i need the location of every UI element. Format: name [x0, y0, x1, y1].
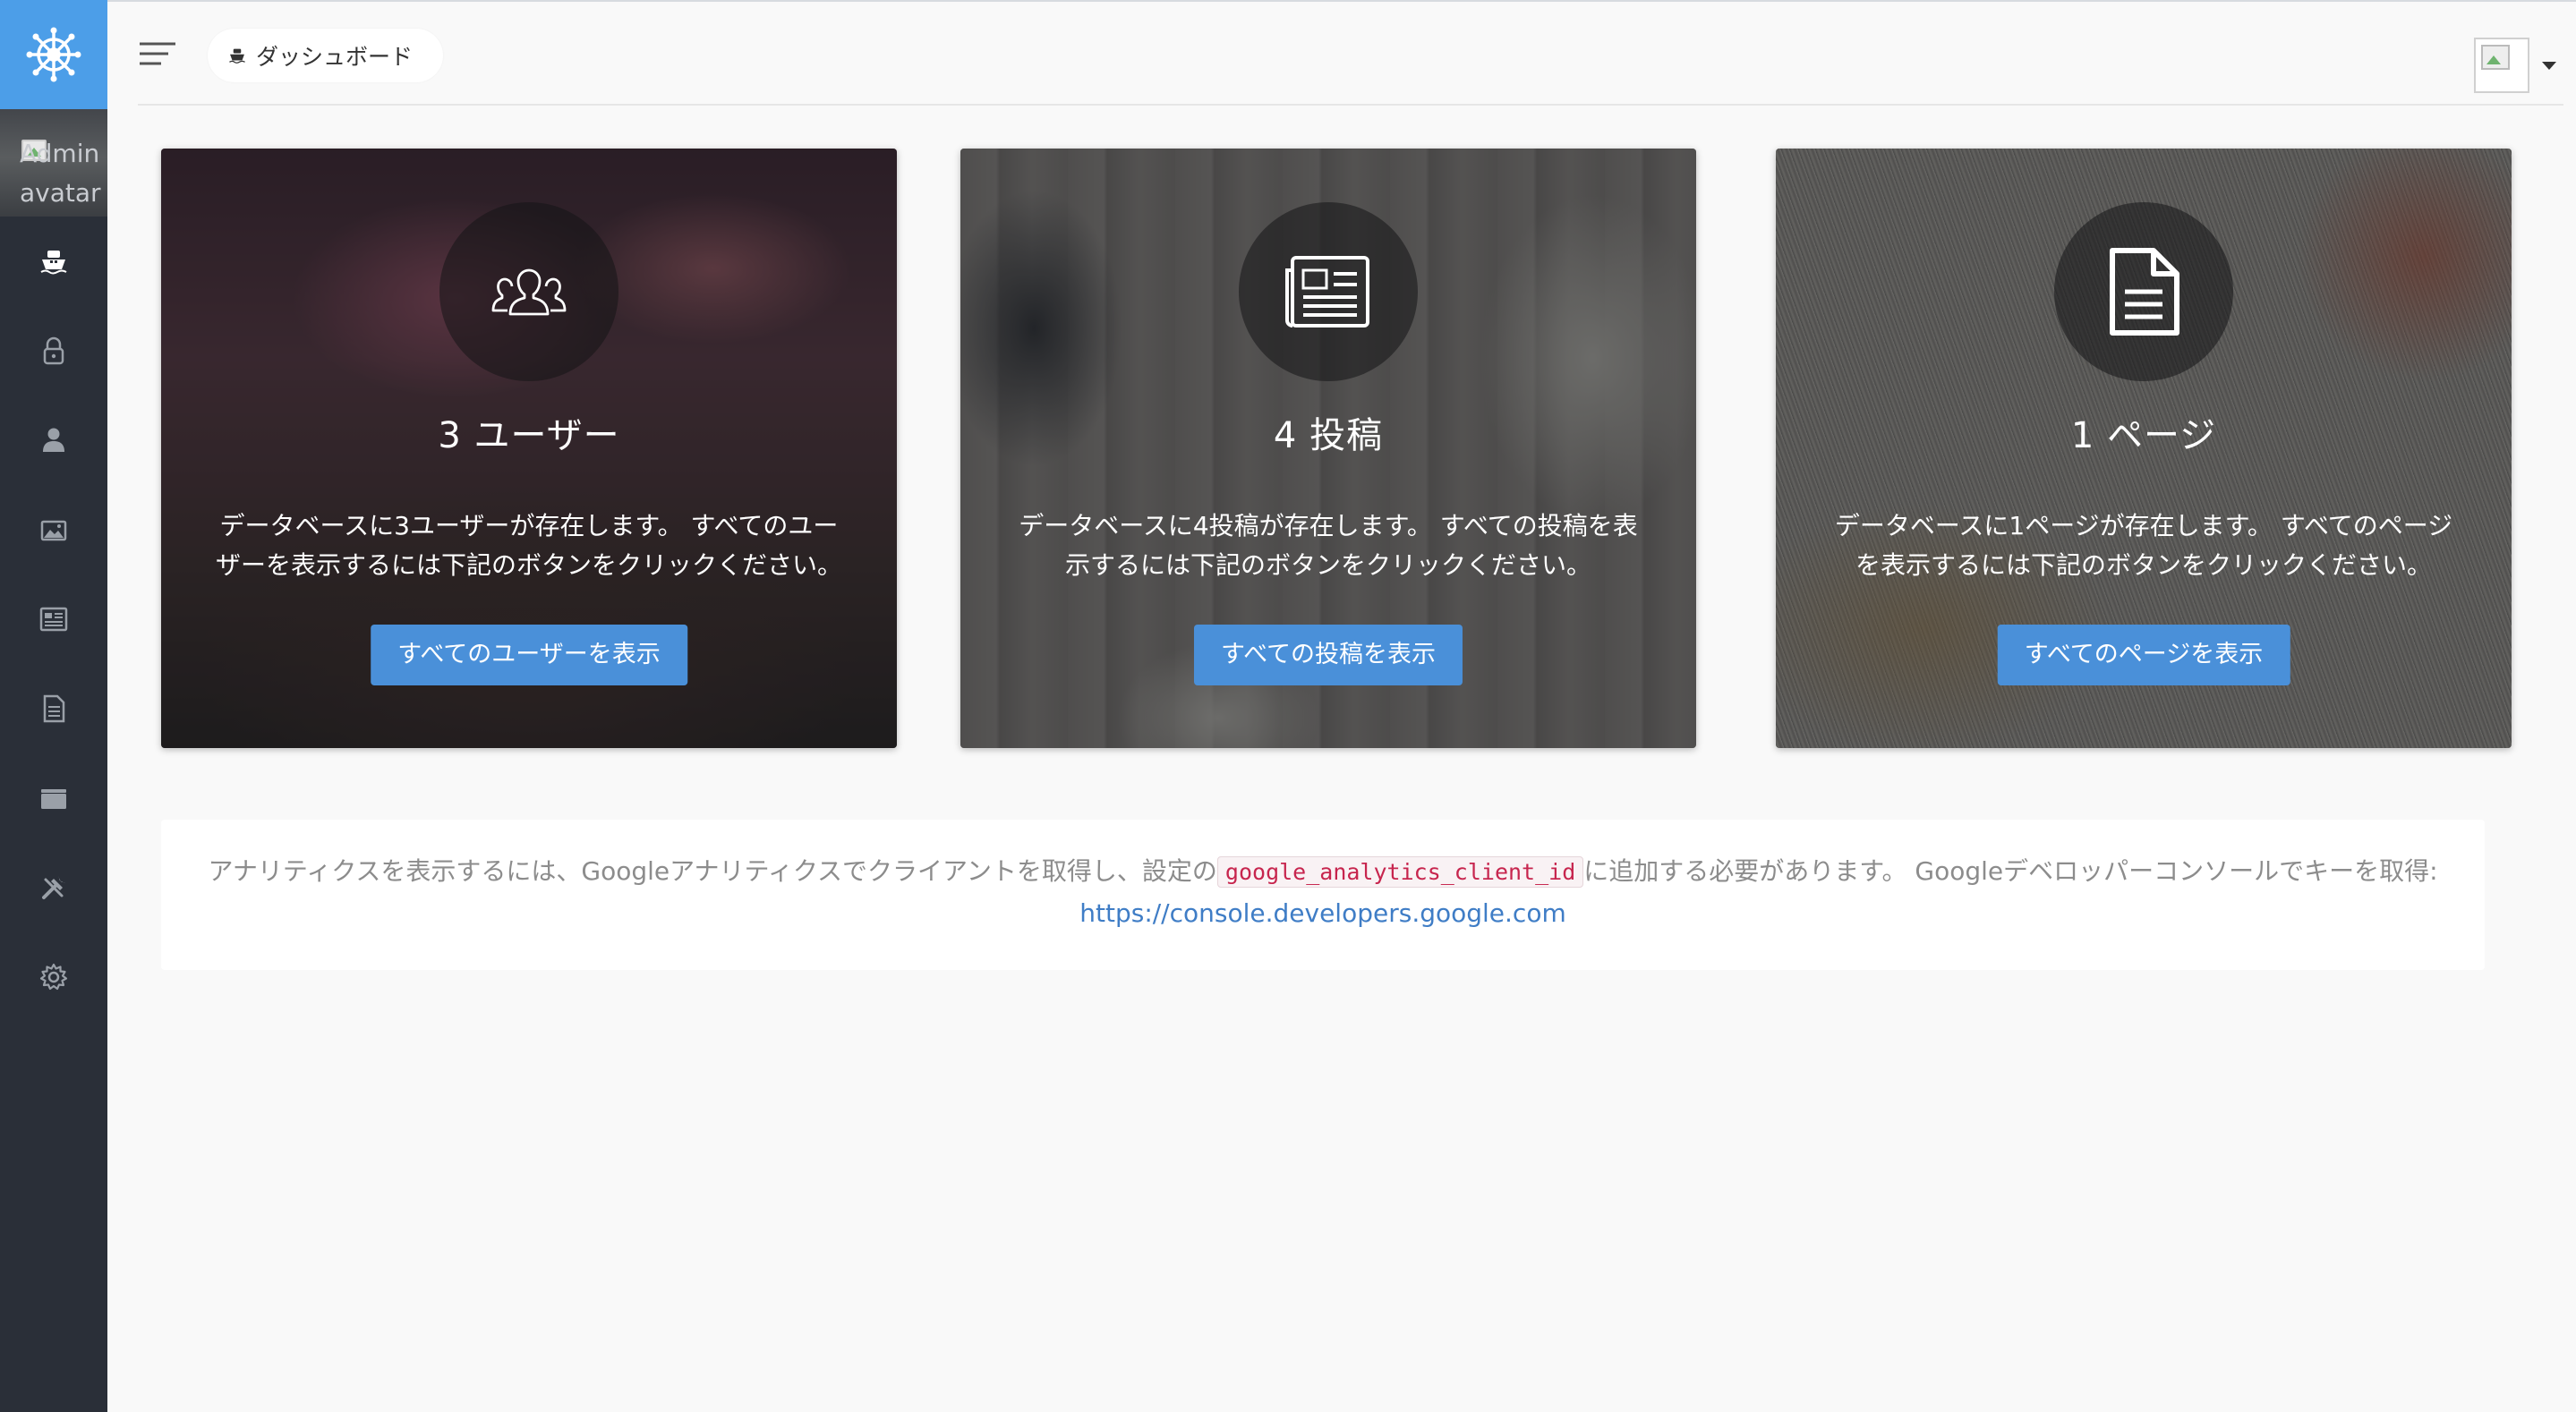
- analytics-text-before: アナリティクスを表示するには、Googleアナリティクスでクライアントを取得し、…: [208, 856, 1217, 886]
- pages-count-title: 1 ページ: [2070, 415, 2217, 456]
- gear-icon: [39, 963, 68, 991]
- pages-description: データベースに1ページが存在します。 すべてのページを表示するには下記のボタンを…: [1834, 511, 2453, 580]
- lock-icon: [43, 336, 64, 365]
- posts-count-title: 4 投稿: [1273, 415, 1384, 456]
- boat-icon: [40, 251, 67, 275]
- pages-icon-circle: [2054, 202, 2233, 381]
- folder-icon: [41, 789, 66, 809]
- analytics-message: アナリティクスを表示するには、Googleアナリティクスでクライアントを取得し、…: [161, 851, 2485, 893]
- sidebar-item-media[interactable]: [0, 494, 107, 566]
- user-menu[interactable]: [2474, 38, 2556, 93]
- users-description: データベースに3ユーザーが存在します。 すべてのユーザーを表示するには下記のボタ…: [215, 511, 842, 580]
- sidebar-item-users[interactable]: [0, 404, 107, 476]
- newspaper-icon: [1285, 256, 1369, 327]
- sidebar-item-pages[interactable]: [0, 673, 107, 744]
- analytics-notice: アナリティクスを表示するには、Googleアナリティクスでクライアントを取得し、…: [161, 820, 2485, 970]
- users-icon-circle: [439, 202, 618, 381]
- document-icon: [2110, 248, 2179, 336]
- view-all-pages-button[interactable]: すべてのページを表示: [1997, 625, 2290, 685]
- document-icon: [43, 694, 65, 723]
- breadcrumb[interactable]: ダッシュボード: [208, 29, 444, 82]
- analytics-text-after: に追加する必要があります。 Googleデベロッパーコンソールでキーを取得:: [1583, 856, 2438, 886]
- admin-avatar[interactable]: Admin avatar: [0, 109, 107, 217]
- sidebar-item-roles[interactable]: [0, 315, 107, 387]
- sidebar-item-dashboard[interactable]: [0, 225, 107, 297]
- divider: [138, 104, 2563, 106]
- google-developer-console-link[interactable]: https://console.developers.google.com: [1079, 898, 1565, 928]
- sidebar: Admin avatar: [0, 0, 107, 1412]
- breadcrumb-label: ダッシュボード: [256, 44, 414, 70]
- view-all-posts-button[interactable]: すべての投稿を表示: [1193, 625, 1463, 685]
- top-bar: ダッシュボード: [107, 0, 2576, 106]
- sidebar-item-posts[interactable]: [0, 583, 107, 655]
- group-icon: [491, 268, 567, 316]
- analytics-setting-key: google_analytics_client_id: [1216, 856, 1584, 888]
- caret-down-icon: [2542, 61, 2556, 70]
- sidebar-item-tools[interactable]: [0, 852, 107, 923]
- sidebar-item-settings[interactable]: [0, 941, 107, 1013]
- images-icon: [40, 520, 67, 541]
- avatar-alt-text: Admin avatar: [20, 139, 101, 208]
- posts-description: データベースに4投稿が存在します。 すべての投稿を表示するには下記のボタンをクリ…: [1019, 511, 1638, 580]
- users-card: 3 ユーザー データベースに3ユーザーが存在します。 すべてのユーザーを表示する…: [161, 149, 897, 748]
- view-all-users-button[interactable]: すべてのユーザーを表示: [371, 625, 687, 685]
- news-icon: [39, 607, 68, 632]
- tools-icon: [42, 876, 65, 899]
- user-avatar: [2474, 38, 2529, 93]
- users-count-title: 3 ユーザー: [438, 415, 620, 456]
- sidebar-item-categories[interactable]: [0, 762, 107, 834]
- hamburger-menu-icon[interactable]: [140, 41, 177, 68]
- posts-icon-circle: [1239, 202, 1418, 381]
- boat-icon: [229, 48, 245, 64]
- pages-card: 1 ページ データベースに1ページが存在します。 すべてのページを表示するには下…: [1776, 149, 2512, 748]
- posts-card: 4 投稿 データベースに4投稿が存在します。 すべての投稿を表示するには下記のボ…: [960, 149, 1696, 748]
- brand-logo[interactable]: [0, 0, 107, 109]
- ship-wheel-icon: [26, 27, 81, 82]
- person-icon: [43, 428, 64, 452]
